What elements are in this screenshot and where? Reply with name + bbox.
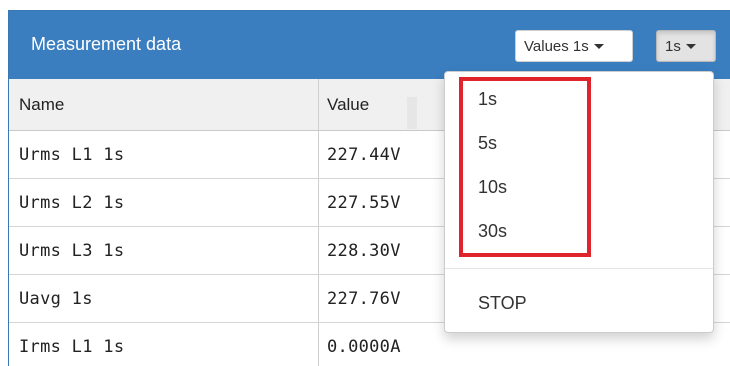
- interval-dropdown-menu: 1s 5s 10s 30s STOP: [444, 71, 714, 333]
- interval-option-stop[interactable]: STOP: [478, 293, 527, 314]
- column-header-name[interactable]: Name: [9, 79, 319, 130]
- row-name: Urms L2 1s: [9, 179, 319, 226]
- values-dropdown-label: Values 1s: [524, 37, 589, 55]
- menu-divider: [445, 268, 713, 269]
- interval-dropdown-button[interactable]: 1s: [656, 30, 716, 62]
- interval-option-1s[interactable]: 1s: [478, 89, 497, 110]
- row-name: Uavg 1s: [9, 275, 319, 322]
- interval-dropdown-label: 1s: [665, 37, 681, 55]
- interval-option-5s[interactable]: 5s: [478, 133, 497, 154]
- caret-down-icon: [685, 43, 696, 49]
- interval-option-10s[interactable]: 10s: [478, 177, 507, 198]
- panel-title: Measurement data: [31, 34, 182, 54]
- interval-option-30s[interactable]: 30s: [478, 221, 507, 242]
- caret-down-icon: [593, 43, 604, 49]
- row-name: Irms L1 1s: [9, 323, 319, 366]
- column-resize-handle[interactable]: [407, 97, 417, 129]
- panel-header: Measurement data Values 1s 1s: [9, 11, 730, 79]
- values-dropdown-button[interactable]: Values 1s: [515, 30, 633, 62]
- row-name: Urms L3 1s: [9, 227, 319, 274]
- row-name: Urms L1 1s: [9, 131, 319, 178]
